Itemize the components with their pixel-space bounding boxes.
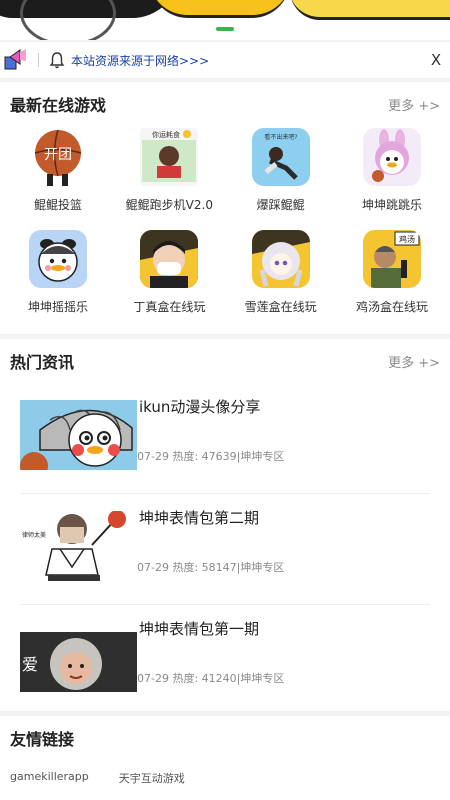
news-item[interactable]: 律师太美 坤坤表情包第二期 07-29 热度: 58147|坤坤专区	[20, 494, 430, 605]
news-thumbnail: 律师太美	[20, 511, 137, 581]
game-item[interactable]: 坤坤摇摇乐	[4, 228, 112, 330]
masked-face-icon	[140, 230, 199, 288]
more-link[interactable]: 更多 +>	[388, 352, 440, 371]
game-label: 鲲鲲投篮	[33, 198, 82, 212]
news-item[interactable]: 爱 坤坤表情包第一期 07-29 热度: 41240|坤坤专区	[20, 605, 430, 716]
notice-divider	[38, 53, 39, 67]
megaphone-icon	[4, 48, 28, 72]
friend-links-list: gamekillerapp 天宇互动游戏	[0, 760, 450, 796]
stomp-icon: 看不出来吧?	[251, 128, 310, 186]
svg-text:你运耗食: 你运耗食	[152, 130, 180, 139]
basketball-icon: 开团	[29, 128, 87, 186]
svg-text:开团: 开团	[44, 147, 72, 163]
notice-text[interactable]: 本站资源来源于网络>>>	[71, 52, 426, 69]
news-thumbnail: 爱	[20, 622, 137, 692]
news-thumbnail	[20, 400, 137, 470]
svg-text:律师太美: 律师太美	[22, 531, 46, 539]
news-title: 坤坤表情包第二期	[139, 509, 260, 527]
news-title: 坤坤表情包第一期	[139, 620, 260, 638]
section-title: 最新在线游戏	[10, 96, 107, 115]
news-meta: 07-29 热度: 47639|坤坤专区	[137, 450, 285, 463]
latest-games-header: 最新在线游戏 更多 +>	[0, 82, 450, 126]
banner-art-left	[0, 0, 180, 40]
top-banner[interactable]	[0, 0, 450, 40]
news-meta: 07-29 热度: 58147|坤坤专区	[137, 561, 285, 574]
game-label: 坤坤跳跳乐	[361, 198, 422, 212]
hot-news-section: 热门资讯 更多 +> ikun动漫头像分享 07-29 热度: 47639|坤坤…	[0, 339, 450, 711]
game-grid: 开团 鲲鲲投篮 你运耗食 鲲鲲跑步机V2.0 看不出来吧? 爆踩鲲鲲 坤坤跳跳乐…	[0, 126, 450, 330]
more-link[interactable]: 更多 +>	[388, 95, 440, 114]
hot-news-header: 热门资讯 更多 +>	[0, 339, 450, 383]
anime-girl-icon	[251, 230, 310, 288]
treadmill-icon: 你运耗食	[140, 128, 199, 186]
close-icon[interactable]: X	[426, 51, 446, 69]
game-item[interactable]: 丁真盒在线玩	[115, 228, 223, 330]
bunny-chick-icon	[362, 128, 421, 186]
friend-link[interactable]: 天宇互动游戏	[119, 770, 185, 786]
game-item[interactable]: 坤坤跳跳乐	[338, 126, 446, 228]
banner-art-middle	[150, 0, 290, 18]
game-item[interactable]: 开团 鲲鲲投篮	[4, 126, 112, 228]
svg-text:爱: 爱	[22, 655, 38, 674]
news-meta: 07-29 热度: 41240|坤坤专区	[137, 672, 285, 685]
chick-icon	[29, 230, 87, 288]
game-item[interactable]: 鸡汤 鸡汤盒在线玩	[338, 228, 446, 330]
game-item[interactable]: 看不出来吧? 爆踩鲲鲲	[227, 126, 335, 228]
banner-art-right	[290, 0, 450, 20]
friend-links-header: 友情链接	[0, 716, 450, 760]
game-item[interactable]: 你运耗食 鲲鲲跑步机V2.0	[115, 126, 223, 228]
friend-links-section: 友情链接 gamekillerapp 天宇互动游戏	[0, 716, 450, 800]
friend-link[interactable]: gamekillerapp	[10, 770, 89, 786]
svg-text:看不出来吧?: 看不出来吧?	[264, 133, 297, 141]
bell-icon	[49, 51, 65, 69]
game-label: 爆踩鲲鲲	[256, 198, 305, 212]
game-label: 鲲鲲跑步机V2.0	[125, 198, 213, 212]
news-item[interactable]: ikun动漫头像分享 07-29 热度: 47639|坤坤专区	[20, 383, 430, 494]
news-title: ikun动漫头像分享	[139, 398, 261, 416]
banner-indicator[interactable]	[216, 27, 234, 31]
game-label: 雪莲盒在线玩	[244, 300, 317, 314]
notice-bar[interactable]: 本站资源来源于网络>>> X	[0, 42, 450, 78]
section-title: 友情链接	[10, 730, 75, 749]
game-item[interactable]: 雪莲盒在线玩	[227, 228, 335, 330]
chicken-soup-icon: 鸡汤	[362, 230, 421, 288]
latest-games-section: 最新在线游戏 更多 +> 开团 鲲鲲投篮 你运耗食 鲲鲲跑步机V2.0 看不出来…	[0, 82, 450, 334]
section-title: 热门资讯	[10, 353, 75, 372]
game-label: 鸡汤盒在线玩	[355, 300, 428, 314]
game-label: 坤坤摇摇乐	[27, 300, 88, 314]
game-label: 丁真盒在线玩	[133, 300, 206, 314]
svg-text:鸡汤: 鸡汤	[399, 234, 415, 244]
